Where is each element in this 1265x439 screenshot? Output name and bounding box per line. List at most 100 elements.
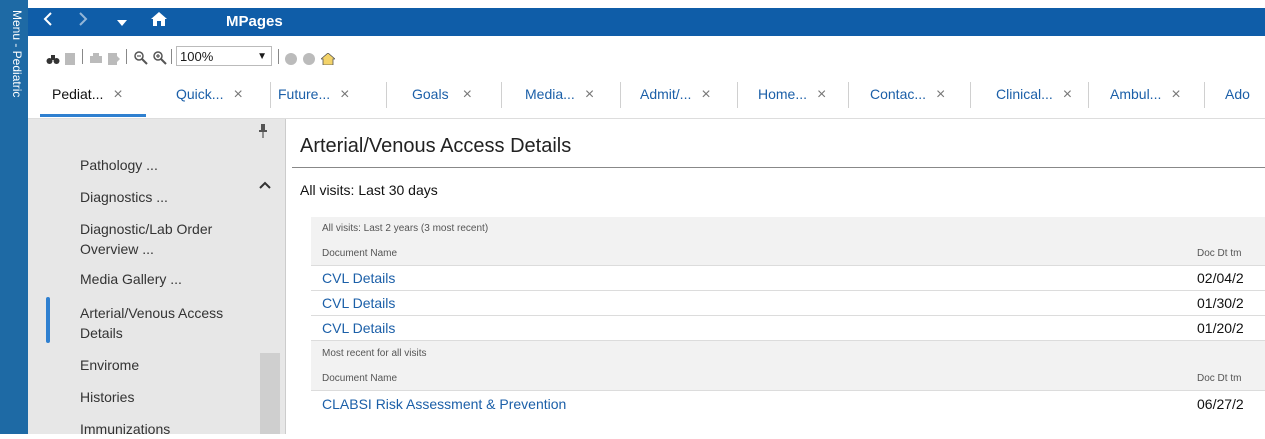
tab-future[interactable]: Future... × xyxy=(278,74,349,118)
section-title: Arterial/Venous Access Details xyxy=(300,135,572,157)
circle-icon[interactable] xyxy=(285,50,297,65)
close-icon[interactable]: × xyxy=(1171,86,1180,103)
document-link[interactable]: CVL Details xyxy=(322,270,395,286)
zoom-value: 100% xyxy=(180,49,214,64)
tab-separator xyxy=(270,82,271,108)
tab-label: Media... xyxy=(525,86,575,102)
column-header-document-name[interactable]: Document Name xyxy=(322,373,397,384)
toolbar-separator xyxy=(171,49,172,64)
table-row[interactable]: CVL Details 01/30/2 xyxy=(311,290,1265,316)
document-link[interactable]: CLABSI Risk Assessment & Prevention xyxy=(322,396,566,412)
tab-home[interactable]: Home... × xyxy=(758,74,826,118)
toolbar: 100% ▼ xyxy=(28,36,1265,74)
zoom-in-icon[interactable] xyxy=(153,50,167,65)
pin-icon[interactable] xyxy=(258,123,268,138)
caret-down-icon[interactable] xyxy=(112,8,132,36)
nav-item-arterial-venous-access[interactable]: Arterial/Venous Access xyxy=(80,303,223,323)
tab-label: Ado xyxy=(1225,86,1250,102)
tab-goals[interactable]: Goals × xyxy=(412,74,472,118)
tab-ambulatory[interactable]: Ambul... × xyxy=(1110,74,1181,118)
panel-divider[interactable] xyxy=(285,119,292,434)
chevron-right-icon[interactable] xyxy=(73,8,93,36)
table-row[interactable]: CVL Details 01/20/2 xyxy=(311,315,1265,341)
tab-contacts[interactable]: Contac... × xyxy=(870,74,945,118)
page-header xyxy=(0,0,1265,8)
left-nav-panel: Pathology ... Diagnostics ... Diagnostic… xyxy=(28,119,285,437)
menu-strip-text: Menu - Pediatric xyxy=(10,10,24,98)
group-label: Most recent for all visits xyxy=(322,348,427,359)
toolbar-separator xyxy=(278,49,279,64)
tab-label: Ambul... xyxy=(1110,86,1162,102)
nav-item-envirome[interactable]: Envirome xyxy=(80,355,139,375)
close-icon[interactable]: × xyxy=(463,86,472,103)
tab-clinical[interactable]: Clinical... × xyxy=(996,74,1072,118)
zoom-select[interactable]: 100% ▼ xyxy=(176,46,272,66)
column-header-document-name[interactable]: Document Name xyxy=(322,248,397,259)
nav-item-histories[interactable]: Histories xyxy=(80,387,134,407)
document-link[interactable]: CVL Details xyxy=(322,295,395,311)
tab-ado[interactable]: Ado xyxy=(1225,74,1250,118)
tab-admit[interactable]: Admit/... × xyxy=(640,74,711,118)
close-icon[interactable]: × xyxy=(585,86,594,103)
document-date: 06/27/2 xyxy=(1197,396,1244,412)
home-outline-icon[interactable] xyxy=(319,50,337,66)
toolbar-separator xyxy=(126,49,127,64)
close-icon[interactable]: × xyxy=(113,86,122,103)
chevron-left-icon[interactable] xyxy=(38,8,58,36)
column-header-doc-dt-tm[interactable]: Doc Dt tm xyxy=(1197,248,1241,259)
scrollbar-thumb[interactable] xyxy=(260,353,280,434)
nav-item-arterial-venous-access-line2[interactable]: Details xyxy=(80,323,123,343)
nav-item-diagnostic-lab-order[interactable]: Diagnostic/Lab Order xyxy=(80,219,212,239)
nav-item-media-gallery[interactable]: Media Gallery ... xyxy=(80,269,182,289)
group-label: All visits: Last 2 years (3 most recent) xyxy=(322,223,489,234)
close-icon[interactable]: × xyxy=(817,86,826,103)
document-link[interactable]: CVL Details xyxy=(322,320,395,336)
document-date: 01/30/2 xyxy=(1197,295,1244,311)
table-row[interactable]: CLABSI Risk Assessment & Prevention 06/2… xyxy=(311,390,1265,435)
home-icon[interactable] xyxy=(146,8,172,36)
tab-label: Contac... xyxy=(870,86,927,102)
tab-pediatric[interactable]: Pediat... × xyxy=(52,74,123,118)
tab-separator xyxy=(1204,82,1205,108)
tab-separator xyxy=(737,82,738,108)
nav-bar: MPages xyxy=(28,8,1265,36)
menu-strip-label: Menu - Pediatric xyxy=(2,8,26,118)
main-content: Arterial/Venous Access Details All visit… xyxy=(292,119,1265,435)
document-arrow-icon[interactable] xyxy=(108,50,120,65)
tab-separator xyxy=(848,82,849,108)
column-header-doc-dt-tm[interactable]: Doc Dt tm xyxy=(1197,373,1241,384)
nav-item-immunizations[interactable]: Immunizations xyxy=(80,419,170,439)
tab-label: Pediat... xyxy=(52,86,104,102)
visit-filter[interactable]: All visits: Last 30 days xyxy=(300,182,438,198)
tab-separator xyxy=(620,82,621,108)
close-icon[interactable]: × xyxy=(936,86,945,103)
tab-bar: Pediat... × Quick... × Future... × Goals × M… xyxy=(28,74,1265,119)
close-icon[interactable]: × xyxy=(340,86,349,103)
binoculars-icon[interactable] xyxy=(46,50,60,64)
toolbar-separator xyxy=(82,49,83,64)
close-icon[interactable]: × xyxy=(233,86,242,103)
close-icon[interactable]: × xyxy=(701,86,710,103)
print-icon[interactable] xyxy=(90,50,102,63)
document-icon[interactable] xyxy=(65,50,77,65)
tab-label: Quick... xyxy=(176,86,224,102)
tab-separator xyxy=(970,82,971,108)
zoom-out-icon[interactable] xyxy=(134,50,148,65)
close-icon[interactable]: × xyxy=(1063,86,1072,103)
tab-label: Clinical... xyxy=(996,86,1053,102)
nav-item-pathology[interactable]: Pathology ... xyxy=(80,155,158,175)
tab-quick[interactable]: Quick... × xyxy=(176,74,243,118)
nav-item-diagnostics[interactable]: Diagnostics ... xyxy=(80,187,168,207)
caret-down-icon: ▼ xyxy=(257,51,267,62)
tab-label: Goals xyxy=(412,86,449,102)
tab-label: Future... xyxy=(278,86,331,102)
nav-item-diagnostic-lab-order-line2[interactable]: Overview ... xyxy=(80,239,154,259)
document-date: 01/20/2 xyxy=(1197,320,1244,336)
menu-strip[interactable]: Menu - Pediatric xyxy=(0,0,28,434)
circle-icon[interactable] xyxy=(303,50,315,65)
table-row[interactable]: CVL Details 02/04/2 xyxy=(311,265,1265,291)
row-divider xyxy=(311,340,1265,341)
nav-title: MPages xyxy=(226,13,283,30)
tab-media[interactable]: Media... × xyxy=(525,74,594,118)
chevron-up-icon[interactable] xyxy=(258,175,274,189)
